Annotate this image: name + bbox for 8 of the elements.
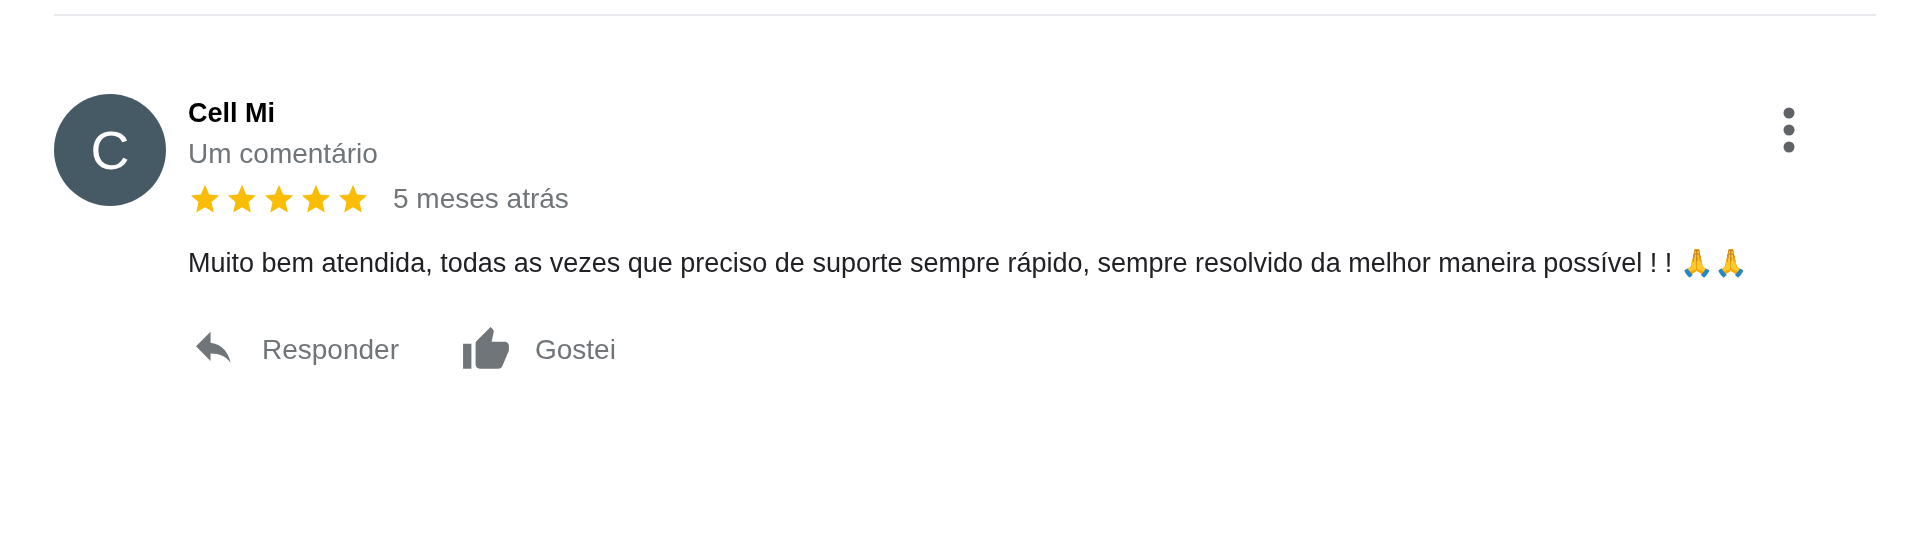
review-count: Um comentário <box>188 137 378 171</box>
like-button[interactable]: Gostei <box>455 325 616 375</box>
author-name: Cell Mi <box>188 97 276 130</box>
review-text: Muito bem atendida, todas as vezes que preciso de suporte sempre rápido, sempre resolvido da melhor maneira possível ! ! 🙏🙏 <box>188 247 1749 280</box>
review-time: 5 meses atrás <box>393 183 569 215</box>
reply-button[interactable]: Responder <box>188 330 399 370</box>
more-options-icon[interactable] <box>1782 106 1796 154</box>
avatar: C <box>54 94 166 206</box>
